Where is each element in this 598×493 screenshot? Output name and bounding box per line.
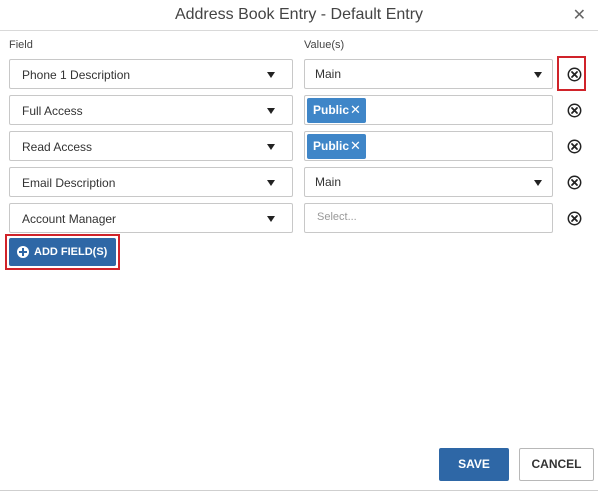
address-book-entry-dialog: Address Book Entry - Default Entry ✕ Fie… [0, 0, 598, 493]
tag-label: Public [313, 139, 350, 153]
chevron-down-icon [267, 72, 275, 78]
chevron-down-icon [267, 144, 275, 150]
tag-public: Public ✕ [307, 134, 366, 159]
highlight-remove-row-1 [557, 56, 586, 91]
field-select-value: Account Manager [22, 212, 117, 226]
chevron-down-icon [267, 216, 275, 222]
field-select-value: Read Access [22, 140, 93, 154]
value-select-value: Main [315, 67, 342, 81]
save-button[interactable]: SAVE [439, 448, 509, 481]
value-select-row-1[interactable]: Main [304, 59, 553, 89]
field-select-value: Full Access [22, 104, 83, 118]
value-tags-row-2[interactable]: Public ✕ [304, 95, 553, 125]
remove-row-2-icon[interactable] [567, 103, 582, 118]
value-column-label: Value(s) [304, 39, 345, 51]
field-select-row-2[interactable]: Full Access [9, 95, 293, 125]
field-select-row-5[interactable]: Account Manager [9, 203, 293, 233]
bottom-divider [0, 490, 598, 491]
chevron-down-icon [267, 108, 275, 114]
dialog-title: Address Book Entry - Default Entry [174, 6, 424, 23]
field-select-value: Phone 1 Description [22, 68, 131, 82]
dialog-titlebar: Address Book Entry - Default Entry ✕ [0, 0, 598, 31]
tag-remove-icon[interactable]: ✕ [350, 138, 361, 154]
chevron-down-icon [267, 180, 275, 186]
remove-row-3-icon[interactable] [567, 139, 582, 154]
remove-row-5-icon[interactable] [567, 211, 582, 226]
value-select-value: Main [315, 175, 342, 189]
field-select-row-1[interactable]: Phone 1 Description [9, 59, 293, 89]
field-select-row-4[interactable]: Email Description [9, 167, 293, 197]
tag-public: Public ✕ [307, 98, 366, 123]
tag-label: Public [313, 103, 350, 117]
highlight-add-fields [5, 234, 120, 270]
chevron-down-icon [534, 72, 542, 78]
field-column-label: Field [9, 39, 33, 51]
value-select-placeholder: Select... [317, 211, 357, 223]
value-select-row-4[interactable]: Main [304, 167, 553, 197]
cancel-button[interactable]: CANCEL [519, 448, 594, 481]
close-icon[interactable]: ✕ [573, 5, 586, 25]
value-select-row-5[interactable]: Select... [304, 203, 553, 233]
tag-remove-icon[interactable]: ✕ [350, 102, 361, 118]
value-tags-row-3[interactable]: Public ✕ [304, 131, 553, 161]
field-select-value: Email Description [22, 176, 116, 190]
chevron-down-icon [534, 180, 542, 186]
remove-row-4-icon[interactable] [567, 175, 582, 190]
field-select-row-3[interactable]: Read Access [9, 131, 293, 161]
